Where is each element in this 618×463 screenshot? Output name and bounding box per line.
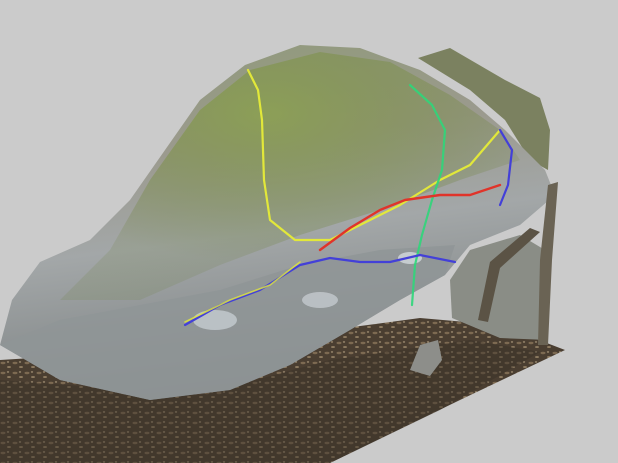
scan-viewport — [0, 0, 618, 463]
boulder-scene — [0, 45, 565, 463]
chalk-mark — [302, 292, 338, 308]
chalk-mark — [193, 310, 237, 330]
